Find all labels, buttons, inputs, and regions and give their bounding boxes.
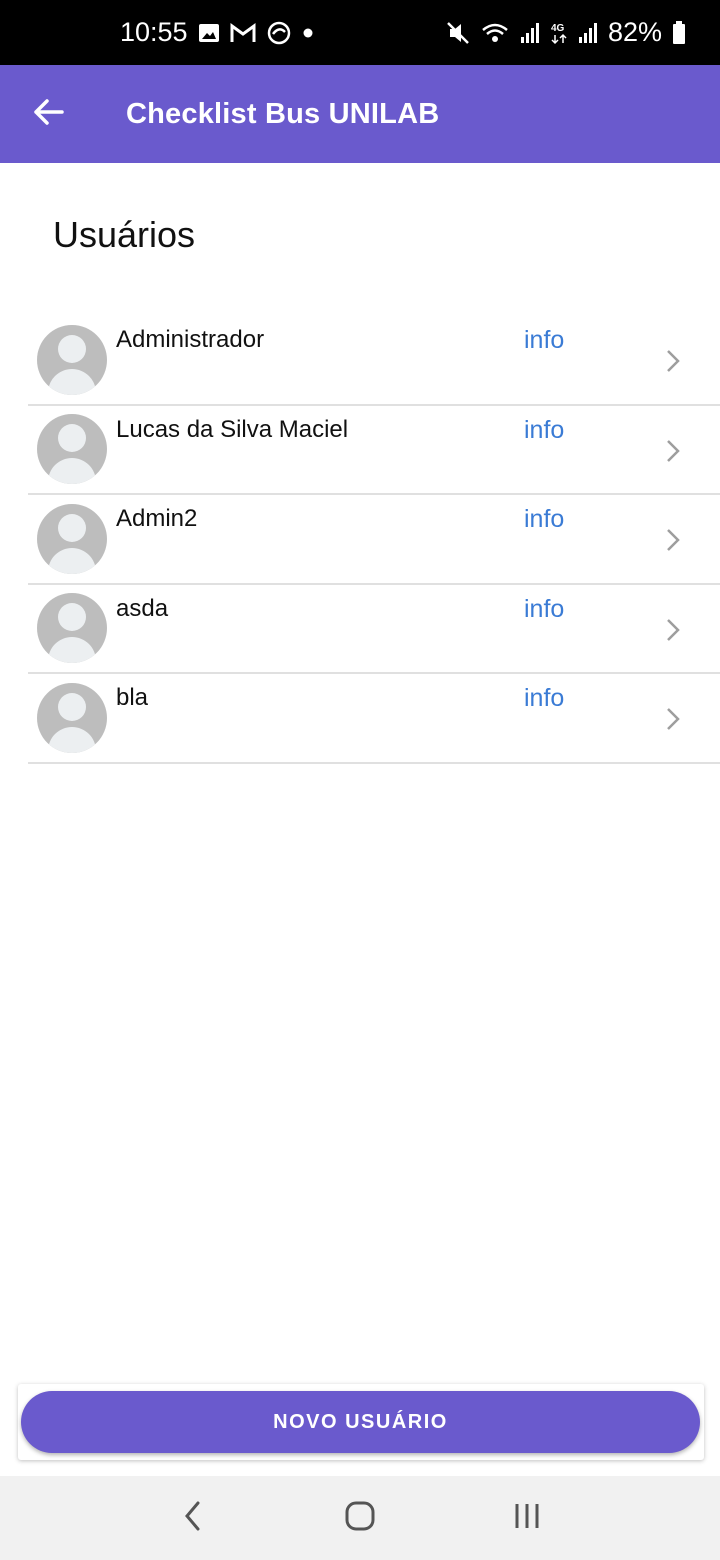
status-bar-right: 4G 82% [446,17,686,48]
info-link[interactable]: info [524,416,564,445]
signal-icon [578,22,598,44]
list-item[interactable]: Lucas da Silva Maciel info [28,406,720,495]
info-link[interactable]: info [524,326,564,355]
list-item[interactable]: asda info [28,585,720,674]
info-link[interactable]: info [524,505,564,534]
chevron-right-icon [662,525,684,555]
arrow-left-icon [32,98,64,131]
system-nav-bar [0,1476,720,1560]
svg-text:4G: 4G [551,23,565,34]
list-item[interactable]: Admin2 info [28,495,720,585]
page-title: Usuários [53,214,196,255]
status-time: 10:55 [120,17,188,47]
chevron-right-icon [662,615,684,645]
sync-icon [266,20,292,46]
status-bar: 10:55 4G 82% [0,0,720,65]
info-link[interactable]: info [524,595,564,624]
4g-icon: 4G [550,21,568,45]
gmail-icon [230,22,256,44]
user-name: Admin2 [116,505,198,532]
recents-nav-button[interactable] [487,1476,567,1560]
battery-icon [672,20,686,45]
new-user-button[interactable]: NOVO USUÁRIO [21,1391,700,1453]
chevron-right-icon [662,704,684,734]
user-name: Administrador [116,326,265,353]
app-bar: Checklist Bus UNILAB [0,65,720,163]
avatar [37,503,107,574]
mute-icon [446,20,470,46]
list-item[interactable]: bla info [28,674,720,764]
dot-icon [302,27,314,39]
status-bar-left: 10:55 [120,17,314,48]
avatar [37,593,107,664]
back-button[interactable] [0,65,96,163]
signal-icon [520,22,540,44]
image-icon [198,22,220,44]
back-nav-icon [181,1499,205,1538]
info-link[interactable]: info [524,684,564,713]
app-title: Checklist Bus UNILAB [126,97,440,130]
home-nav-icon [343,1499,377,1538]
recents-nav-icon [510,1499,544,1538]
avatar [37,414,107,485]
avatar [37,682,107,753]
home-nav-button[interactable] [320,1476,400,1560]
chevron-right-icon [662,436,684,466]
user-name: Lucas da Silva Maciel [116,415,349,443]
battery-percentage: 82% [607,17,662,47]
avatar [37,324,107,395]
user-name: bla [116,684,149,711]
user-name: asda [116,594,169,622]
chevron-right-icon [662,346,684,376]
wifi-icon [480,21,510,45]
user-list: Administrador info Lucas da Silva Maciel… [28,316,720,764]
list-item[interactable]: Administrador info [28,316,720,406]
back-nav-button[interactable] [153,1476,233,1560]
bottom-action-card: NOVO USUÁRIO [18,1384,704,1460]
